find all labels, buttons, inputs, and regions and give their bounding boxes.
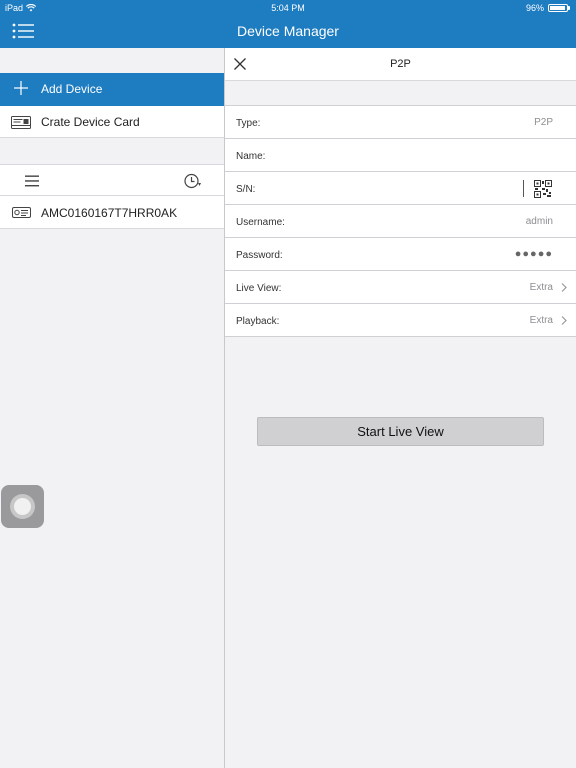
device-detail-panel: P2P Type: P2P Name: S/N: Username: admin… (225, 48, 576, 768)
top-bar: iPad 5:04 PM 96% Device Manager (0, 0, 576, 48)
detail-title: P2P (390, 58, 411, 70)
live-view-row[interactable]: Live View: Extra (225, 271, 576, 304)
status-bar: iPad 5:04 PM 96% (0, 0, 576, 16)
device-card-icon (11, 116, 31, 129)
chevron-right-icon (561, 316, 567, 325)
start-live-view-button[interactable]: Start Live View (257, 417, 544, 446)
list-view-icon[interactable] (23, 174, 41, 188)
create-device-card-label: Crate Device Card (41, 115, 140, 129)
plus-icon (14, 81, 28, 95)
name-row[interactable]: Name: (225, 139, 576, 172)
name-input[interactable] (285, 145, 509, 167)
assistive-touch-button[interactable] (1, 485, 44, 528)
type-value: P2P (534, 117, 553, 128)
playback-label: Playback: (236, 316, 280, 327)
password-row[interactable]: Password: ●●●●● (225, 238, 576, 271)
username-row[interactable]: Username: admin (225, 205, 576, 238)
password-value: ●●●●● (514, 248, 553, 260)
username-value: admin (525, 216, 553, 227)
name-label: Name: (236, 151, 266, 162)
live-view-label: Live View: (236, 283, 282, 294)
battery-indicator: 96% (526, 3, 570, 13)
page-title: Device Manager (237, 23, 339, 39)
sidebar: Add Device Crate Device Card AMC0160167T… (0, 48, 225, 768)
playback-row[interactable]: Playback: Extra (225, 304, 576, 337)
qr-code-scan-icon[interactable] (534, 180, 552, 198)
camera-device-icon (12, 207, 31, 218)
sn-label: S/N: (236, 184, 256, 195)
status-time: 5:04 PM (271, 3, 305, 13)
username-label: Username: (236, 217, 285, 228)
sn-row[interactable]: S/N: (225, 172, 576, 205)
battery-icon (548, 4, 568, 12)
device-list-item[interactable]: AMC0160167T7HRR0AK (0, 196, 224, 229)
add-device-button[interactable]: Add Device (0, 73, 224, 106)
detail-header: P2P (225, 48, 576, 81)
type-row[interactable]: Type: P2P (225, 106, 576, 139)
sn-input[interactable] (285, 178, 519, 200)
create-device-card-item[interactable]: Crate Device Card (0, 106, 224, 138)
sidebar-toolbar (0, 164, 224, 196)
playback-value: Extra (529, 315, 553, 326)
device-name: AMC0160167T7HRR0AK (41, 206, 178, 220)
add-device-label: Add Device (41, 82, 103, 96)
password-label: Password: (236, 250, 283, 261)
type-label: Type: (236, 118, 261, 129)
live-view-value: Extra (529, 282, 553, 293)
text-cursor (523, 180, 524, 197)
device-form: Type: P2P Name: S/N: Username: admin Pas… (225, 105, 576, 337)
battery-percent: 96% (525, 3, 544, 13)
history-sort-icon[interactable] (183, 172, 203, 190)
chevron-right-icon (561, 283, 567, 292)
